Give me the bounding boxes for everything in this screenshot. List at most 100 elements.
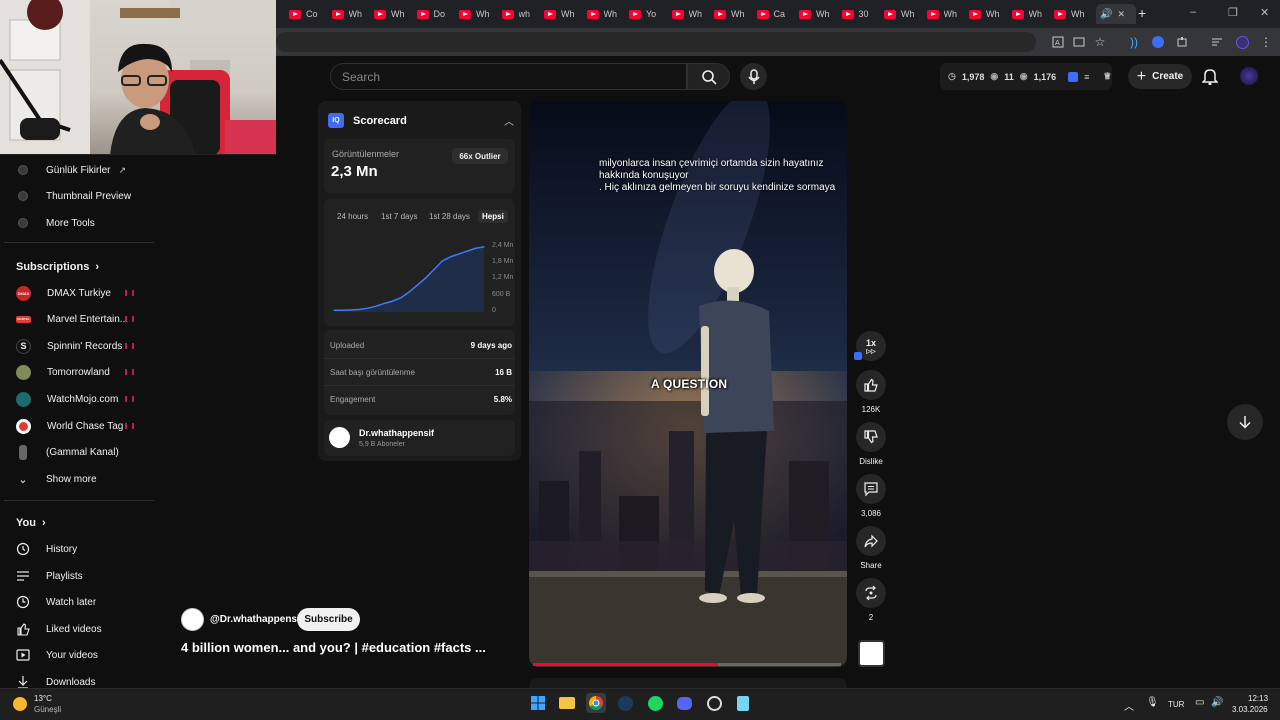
browser-tab[interactable]: Yo: [625, 4, 665, 24]
close-window-button[interactable]: ✕: [1260, 6, 1269, 19]
browser-tab[interactable]: Wh: [540, 4, 580, 24]
voice-search-button[interactable]: [740, 63, 767, 90]
video-progress-bar[interactable]: [533, 663, 841, 666]
active-tab[interactable]: 🔊 ✕: [1096, 4, 1136, 24]
notifications-button[interactable]: [1201, 68, 1219, 90]
account-avatar[interactable]: [1240, 67, 1258, 85]
dislike-button[interactable]: [856, 422, 886, 452]
range-tab-28d[interactable]: 1st 28 days: [429, 212, 470, 221]
you-heading[interactable]: You ›: [16, 517, 46, 529]
browser-tab[interactable]: Wh: [370, 4, 410, 24]
channel-avatar[interactable]: [181, 608, 204, 631]
create-button[interactable]: + Create: [1128, 64, 1192, 89]
chrome-icon[interactable]: [586, 693, 606, 713]
browser-tab[interactable]: Wh: [710, 4, 750, 24]
remix-button[interactable]: [856, 578, 886, 608]
clock-time[interactable]: 12:13: [1248, 694, 1268, 703]
browser-tab[interactable]: Wh: [923, 4, 963, 24]
subscription-item[interactable]: DMAX DMAX Turkiye: [16, 283, 111, 303]
show-more-button[interactable]: ⌄ Show more: [16, 469, 96, 489]
file-explorer-icon[interactable]: [557, 693, 577, 713]
network-icon[interactable]: ▭: [1195, 697, 1204, 708]
browser-tab[interactable]: 30: [838, 4, 878, 24]
game-app-icon[interactable]: [704, 693, 724, 713]
sidebar-tool-thumbnail-preview[interactable]: Thumbnail Preview: [16, 186, 131, 206]
subscription-item[interactable]: WatchMojo.com: [16, 389, 118, 409]
like-button[interactable]: [856, 370, 886, 400]
browser-tab[interactable]: Do: [413, 4, 453, 24]
extensions-puzzle-icon[interactable]: [1174, 34, 1190, 50]
subscription-item[interactable]: World Chase Tag: [16, 416, 123, 436]
volume-icon[interactable]: 🔊: [1211, 697, 1223, 708]
microphone-tray-icon[interactable]: 🎙: [1146, 697, 1159, 708]
sidebar-item-your-videos[interactable]: Your videos: [16, 645, 98, 665]
browser-tab[interactable]: Wh: [455, 4, 495, 24]
browser-tab[interactable]: Wh: [965, 4, 1005, 24]
profile-avatar-icon[interactable]: [1234, 34, 1250, 50]
close-tab-icon[interactable]: ✕: [1117, 9, 1125, 20]
input-language[interactable]: TUR: [1168, 700, 1184, 709]
channel-handle[interactable]: @Dr.whathappensif: [210, 614, 303, 625]
start-button[interactable]: [528, 693, 548, 713]
subscription-item[interactable]: (Gammal Kanal): [16, 442, 119, 462]
cast-icon[interactable]: [1071, 34, 1087, 50]
audio-track-thumbnail[interactable]: [858, 640, 885, 667]
browser-tab[interactable]: Wh: [668, 4, 708, 24]
bookmark-star-icon[interactable]: ☆: [1092, 34, 1108, 50]
range-tab-7d[interactable]: 1st 7 days: [381, 212, 417, 221]
subscriptions-heading[interactable]: Subscriptions ›: [16, 261, 99, 273]
sidebar-item-watch-later[interactable]: Watch later: [16, 592, 96, 612]
next-video-button[interactable]: [1227, 404, 1263, 440]
discord-icon[interactable]: [674, 693, 694, 713]
browser-tab[interactable]: Ca: [753, 4, 793, 24]
search-input[interactable]: Search: [330, 63, 687, 90]
browser-tab[interactable]: Wh: [583, 4, 623, 24]
sidebar-tool-gunluk-fikirler[interactable]: Günlük Fikirler ↗: [16, 160, 126, 180]
browser-tab[interactable]: Co: [285, 4, 325, 24]
range-tab-24h[interactable]: 24 hours: [337, 212, 368, 221]
audio-playing-icon[interactable]: 🔊: [1100, 9, 1112, 20]
notepad-icon[interactable]: [733, 693, 753, 713]
extension-vidiq-icon[interactable]: [1150, 34, 1166, 50]
sidebar-item-liked-videos[interactable]: Liked videos: [16, 619, 102, 639]
browser-tab[interactable]: Wh: [1008, 4, 1048, 24]
browser-tab[interactable]: Wh: [1050, 4, 1090, 24]
restore-button[interactable]: ❐: [1228, 6, 1238, 19]
range-tab-all[interactable]: Hepsi: [478, 210, 508, 223]
subscription-item[interactable]: MARVEL Marvel Entertain...: [16, 309, 128, 329]
browser-tab[interactable]: Wh: [795, 4, 835, 24]
list-icon[interactable]: ≡: [1084, 72, 1089, 82]
vidiq-stats-pill[interactable]: ◷ 1,978 ◉ 11 ◉ 1,176 ≡ ♕: [940, 63, 1112, 90]
sidebar-tool-more-tools[interactable]: More Tools: [16, 213, 95, 233]
subscription-item[interactable]: Tomorrowland: [16, 362, 110, 382]
video-title[interactable]: 4 billion women... and you? | #education…: [181, 640, 486, 655]
browser-tab[interactable]: wh: [498, 4, 538, 24]
next-short-preview[interactable]: [529, 678, 847, 688]
collapse-chevron-icon[interactable]: ︿: [504, 113, 514, 128]
browser-tab[interactable]: Wh: [880, 4, 920, 24]
show-hidden-icons[interactable]: ︿: [1124, 698, 1134, 713]
share-button[interactable]: [856, 526, 886, 556]
comments-button[interactable]: [856, 474, 886, 504]
vidiq-logo-icon[interactable]: [1068, 71, 1079, 82]
new-tab-button[interactable]: +: [1138, 5, 1146, 21]
media-control-icon[interactable]: [1209, 34, 1225, 50]
trophy-icon[interactable]: ♕: [1103, 71, 1111, 82]
minimize-button[interactable]: –: [1190, 6, 1196, 18]
steam-icon[interactable]: [615, 693, 635, 713]
address-bar[interactable]: [276, 32, 1036, 52]
spotify-icon[interactable]: [645, 693, 665, 713]
browser-tab[interactable]: Wh: [328, 4, 368, 24]
weather-sun-icon[interactable]: [13, 697, 27, 711]
subscription-item[interactable]: S Spinnin' Records: [16, 336, 122, 356]
translate-icon[interactable]: A: [1050, 34, 1066, 50]
subscribe-button[interactable]: Subscribe: [297, 608, 360, 631]
scorecard-channel-name[interactable]: Dr.whathappensif: [359, 428, 434, 438]
search-button[interactable]: [687, 63, 730, 90]
extension-audio-icon[interactable]: )): [1126, 34, 1142, 50]
browser-menu-icon[interactable]: ⋮: [1258, 34, 1274, 50]
scorecard-channel-avatar[interactable]: [329, 427, 350, 448]
weather-temperature[interactable]: 13°C: [34, 694, 52, 703]
shorts-video-player[interactable]: milyonlarca insan çevrimiçi ortamda sizi…: [529, 101, 847, 667]
sidebar-item-history[interactable]: History: [16, 539, 77, 559]
